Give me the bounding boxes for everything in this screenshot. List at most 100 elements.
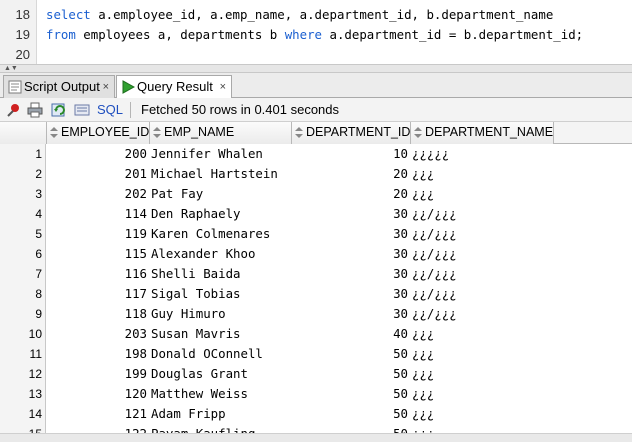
- cell-department-name[interactable]: ¿¿¿: [412, 404, 554, 424]
- row-number[interactable]: 4: [0, 204, 46, 224]
- table-row[interactable]: 7 116 Shelli Baida 30 ¿¿/¿¿¿: [0, 264, 632, 284]
- cell-employee-id[interactable]: 121: [47, 404, 149, 424]
- editor-line[interactable]: 19 from employees a, departments b where …: [0, 25, 632, 45]
- row-number[interactable]: 7: [0, 264, 46, 284]
- cell-department-name[interactable]: ¿¿/¿¿¿: [412, 224, 554, 244]
- refresh-icon[interactable]: [51, 102, 67, 118]
- cell-emp-name[interactable]: Susan Mavris: [151, 324, 291, 344]
- close-icon[interactable]: ×: [220, 76, 226, 98]
- tab-query-result[interactable]: Query Result ×: [116, 75, 232, 99]
- cell-department-name[interactable]: ¿¿/¿¿¿: [412, 244, 554, 264]
- cell-department-name[interactable]: ¿¿¿¿¿: [412, 144, 554, 164]
- cell-emp-name[interactable]: Sigal Tobias: [151, 284, 291, 304]
- table-row[interactable]: 1 200 Jennifer Whalen 10 ¿¿¿¿¿: [0, 144, 632, 164]
- splitter-arrows-icon[interactable]: ▲▼: [4, 64, 18, 73]
- cell-emp-name[interactable]: Shelli Baida: [151, 264, 291, 284]
- cell-department-id[interactable]: 20: [292, 184, 410, 204]
- cell-emp-name[interactable]: Donald OConnell: [151, 344, 291, 364]
- cell-department-id[interactable]: 30: [292, 204, 410, 224]
- table-row[interactable]: 8 117 Sigal Tobias 30 ¿¿/¿¿¿: [0, 284, 632, 304]
- cell-emp-name[interactable]: Jennifer Whalen: [151, 144, 291, 164]
- cell-employee-id[interactable]: 120: [47, 384, 149, 404]
- cell-department-id[interactable]: 40: [292, 324, 410, 344]
- row-number[interactable]: 5: [0, 224, 46, 244]
- cell-emp-name[interactable]: Guy Himuro: [151, 304, 291, 324]
- cell-department-name[interactable]: ¿¿¿: [412, 164, 554, 184]
- cell-department-id[interactable]: 50: [292, 364, 410, 384]
- cell-department-id[interactable]: 50: [292, 384, 410, 404]
- cell-employee-id[interactable]: 114: [47, 204, 149, 224]
- cell-department-name[interactable]: ¿¿¿: [412, 364, 554, 384]
- row-number[interactable]: 1: [0, 144, 46, 164]
- cell-employee-id[interactable]: 118: [47, 304, 149, 324]
- cell-employee-id[interactable]: 200: [47, 144, 149, 164]
- table-row[interactable]: 6 115 Alexander Khoo 30 ¿¿/¿¿¿: [0, 244, 632, 264]
- cell-employee-id[interactable]: 116: [47, 264, 149, 284]
- cell-emp-name[interactable]: Matthew Weiss: [151, 384, 291, 404]
- column-header-department-id[interactable]: DEPARTMENT_ID: [292, 122, 411, 144]
- cell-department-name[interactable]: ¿¿/¿¿¿: [412, 284, 554, 304]
- cell-employee-id[interactable]: 198: [47, 344, 149, 364]
- editor-line[interactable]: 18 select a.employee_id, a.emp_name, a.de…: [0, 5, 632, 25]
- cell-department-id[interactable]: 20: [292, 164, 410, 184]
- table-row[interactable]: 2 201 Michael Hartstein 20 ¿¿¿: [0, 164, 632, 184]
- cell-emp-name[interactable]: Michael Hartstein: [151, 164, 291, 184]
- row-number[interactable]: 9: [0, 304, 46, 324]
- pane-splitter[interactable]: ▲▼: [0, 64, 632, 73]
- table-row[interactable]: 12 199 Douglas Grant 50 ¿¿¿: [0, 364, 632, 384]
- column-header-department-name[interactable]: DEPARTMENT_NAME: [411, 122, 554, 144]
- cell-department-id[interactable]: 10: [292, 144, 410, 164]
- table-row[interactable]: 11 198 Donald OConnell 50 ¿¿¿: [0, 344, 632, 364]
- cell-department-id[interactable]: 30: [292, 284, 410, 304]
- close-icon[interactable]: ×: [103, 76, 109, 98]
- cell-employee-id[interactable]: 202: [47, 184, 149, 204]
- table-row[interactable]: 9 118 Guy Himuro 30 ¿¿/¿¿¿: [0, 304, 632, 324]
- cell-department-name[interactable]: ¿¿¿: [412, 184, 554, 204]
- cell-department-id[interactable]: 50: [292, 344, 410, 364]
- cell-department-name[interactable]: ¿¿¿: [412, 384, 554, 404]
- row-number-header[interactable]: [0, 122, 47, 144]
- cell-department-name[interactable]: ¿¿/¿¿¿: [412, 264, 554, 284]
- cell-emp-name[interactable]: Den Raphaely: [151, 204, 291, 224]
- print-icon[interactable]: [27, 102, 43, 118]
- cell-department-id[interactable]: 30: [292, 264, 410, 284]
- sql-button[interactable]: SQL: [97, 102, 123, 118]
- query-result-grid[interactable]: EMPLOYEE_ID EMP_NAME DEPARTMENT_ID DEPAR…: [0, 122, 632, 441]
- row-number[interactable]: 3: [0, 184, 46, 204]
- column-header-employee-id[interactable]: EMPLOYEE_ID: [47, 122, 150, 144]
- cell-department-name[interactable]: ¿¿¿: [412, 344, 554, 364]
- cell-emp-name[interactable]: Alexander Khoo: [151, 244, 291, 264]
- table-row[interactable]: 13 120 Matthew Weiss 50 ¿¿¿: [0, 384, 632, 404]
- table-row[interactable]: 10 203 Susan Mavris 40 ¿¿¿: [0, 324, 632, 344]
- table-row[interactable]: 3 202 Pat Fay 20 ¿¿¿: [0, 184, 632, 204]
- cell-department-name[interactable]: ¿¿/¿¿¿: [412, 204, 554, 224]
- cell-department-name[interactable]: ¿¿¿: [412, 324, 554, 344]
- cell-employee-id[interactable]: 119: [47, 224, 149, 244]
- pin-icon[interactable]: [6, 102, 22, 118]
- row-number[interactable]: 12: [0, 364, 46, 384]
- cell-department-id[interactable]: 30: [292, 304, 410, 324]
- tab-script-output[interactable]: Script Output ×: [3, 75, 115, 98]
- cell-emp-name[interactable]: Adam Fripp: [151, 404, 291, 424]
- table-row[interactable]: 5 119 Karen Colmenares 30 ¿¿/¿¿¿: [0, 224, 632, 244]
- row-number[interactable]: 8: [0, 284, 46, 304]
- sql-icon[interactable]: [74, 102, 90, 118]
- cell-emp-name[interactable]: Pat Fay: [151, 184, 291, 204]
- column-header-emp-name[interactable]: EMP_NAME: [150, 122, 292, 144]
- cell-emp-name[interactable]: Douglas Grant: [151, 364, 291, 384]
- sql-editor[interactable]: 18 select a.employee_id, a.emp_name, a.de…: [0, 0, 632, 64]
- cell-employee-id[interactable]: 115: [47, 244, 149, 264]
- cell-employee-id[interactable]: 203: [47, 324, 149, 344]
- table-row[interactable]: 4 114 Den Raphaely 30 ¿¿/¿¿¿: [0, 204, 632, 224]
- cell-employee-id[interactable]: 199: [47, 364, 149, 384]
- cell-employee-id[interactable]: 117: [47, 284, 149, 304]
- cell-emp-name[interactable]: Karen Colmenares: [151, 224, 291, 244]
- row-number[interactable]: 10: [0, 324, 46, 344]
- row-number[interactable]: 2: [0, 164, 46, 184]
- row-number[interactable]: 14: [0, 404, 46, 424]
- row-number[interactable]: 6: [0, 244, 46, 264]
- cell-department-id[interactable]: 30: [292, 224, 410, 244]
- cell-employee-id[interactable]: 201: [47, 164, 149, 184]
- table-row[interactable]: 14 121 Adam Fripp 50 ¿¿¿: [0, 404, 632, 424]
- editor-line[interactable]: 20: [0, 45, 632, 65]
